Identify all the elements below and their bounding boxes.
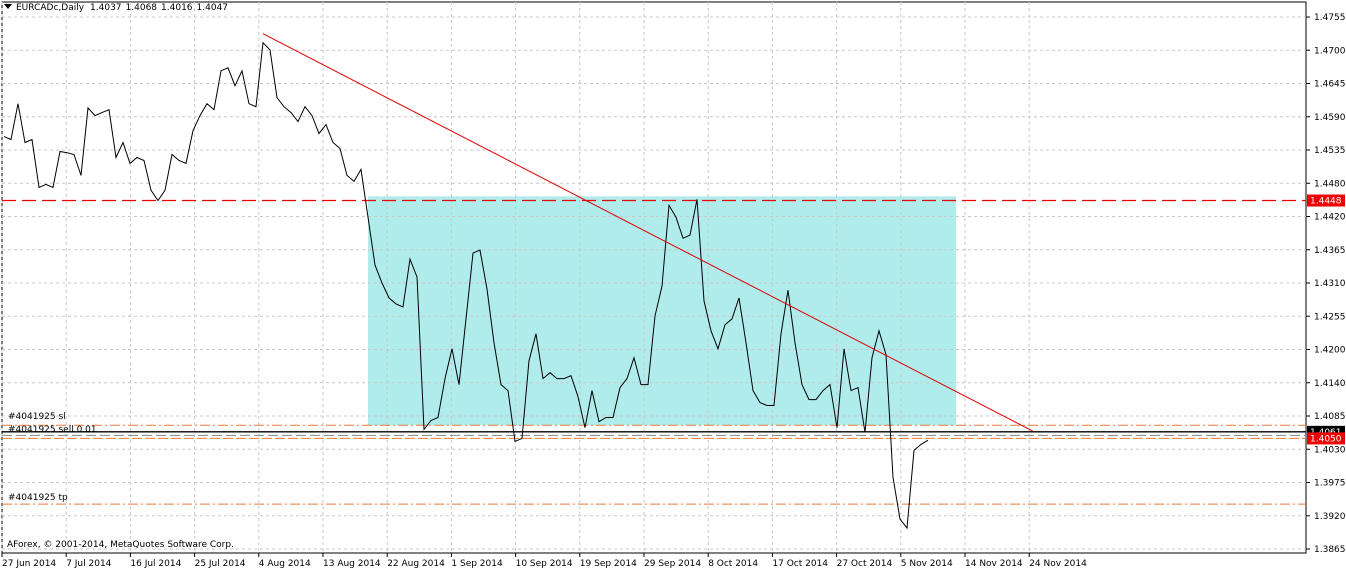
x-tick-label: 16 Jul 2014 — [130, 559, 181, 569]
chart-svg[interactable]: 1.4755 1.4700 1.4645 1.4590 1.4535 1.4480 1.44… — [0, 0, 1346, 571]
menu-triangle-icon[interactable] — [4, 4, 12, 9]
order-sell-label: #4041925 sell 0.01 — [8, 425, 97, 435]
copyright-text: AForex, © 2001-2014, MetaQuotes Software… — [7, 540, 234, 550]
chart-root[interactable]: 1.4755 1.4700 1.4645 1.4590 1.4535 1.4480 1.44… — [0, 0, 1346, 571]
x-tick-label: 14 Nov 2014 — [965, 559, 1023, 569]
range-rectangle — [368, 196, 956, 426]
x-tick-label: 27 Jun 2014 — [2, 559, 56, 569]
resistance-price-tag-text: 1.4448 — [1310, 197, 1342, 207]
x-tick-label: 5 Nov 2014 — [901, 559, 953, 569]
y-tick-label: 1.4140 — [1314, 379, 1346, 389]
x-tick-label: 17 Oct 2014 — [772, 559, 828, 569]
y-tick-label: 1.4310 — [1314, 279, 1346, 289]
x-tick-label: 24 Nov 2014 — [1029, 559, 1087, 569]
x-tick-label: 25 Jul 2014 — [195, 559, 246, 569]
order-tp-label: #4041925 tp — [8, 493, 68, 503]
x-tick-label: 19 Sep 2014 — [580, 559, 637, 569]
open-value: 1.4037 — [90, 3, 122, 13]
y-tick-label: 1.4755 — [1314, 13, 1346, 23]
y-tick-label: 1.3975 — [1314, 479, 1346, 489]
y-tick-label: 1.3920 — [1314, 512, 1346, 522]
x-tick-label: 29 Sep 2014 — [644, 559, 701, 569]
chart-header: EURCADc,Daily 1.4037 1.4068 1.4016 1.4047 — [4, 3, 232, 13]
y-tick-label: 1.4645 — [1314, 80, 1346, 90]
x-tick-label: 7 Jul 2014 — [66, 559, 111, 569]
symbol-label: EURCADc,Daily — [16, 3, 85, 13]
y-tick-label: 1.4480 — [1314, 179, 1346, 189]
y-tick-label: 1.4535 — [1314, 146, 1346, 156]
y-tick-label: 1.4700 — [1314, 46, 1346, 56]
x-tick-label: 4 Aug 2014 — [259, 559, 311, 569]
y-tick-label: 1.4590 — [1314, 113, 1346, 123]
resistance-price-tag: 1.4448 — [1307, 194, 1345, 207]
order-entry-tag: 1.4050 — [1307, 432, 1345, 445]
y-tick-label: 1.4255 — [1314, 312, 1346, 322]
y-tick-label: 1.4365 — [1314, 246, 1346, 256]
x-tick-label: 10 Sep 2014 — [516, 559, 573, 569]
close-value: 1.4047 — [196, 3, 229, 13]
low-value: 1.4016 — [161, 3, 193, 13]
order-sl-label: #4041925 sl — [8, 412, 66, 422]
x-tick-label: 8 Oct 2014 — [708, 559, 758, 569]
order-entry-tag-text: 1.4050 — [1310, 434, 1342, 444]
y-tick-label: 1.3865 — [1314, 545, 1346, 555]
y-tick-label: 1.4420 — [1314, 213, 1346, 223]
x-tick-label: 27 Oct 2014 — [837, 559, 893, 569]
high-value: 1.4068 — [125, 3, 158, 13]
x-tick-label: 13 Aug 2014 — [323, 559, 381, 569]
y-tick-label: 1.4030 — [1314, 445, 1346, 455]
y-tick-label: 1.4085 — [1314, 412, 1346, 422]
x-tick-label: 1 Sep 2014 — [451, 559, 503, 569]
x-tick-label: 22 Aug 2014 — [387, 559, 445, 569]
y-tick-label: 1.4200 — [1314, 346, 1346, 356]
